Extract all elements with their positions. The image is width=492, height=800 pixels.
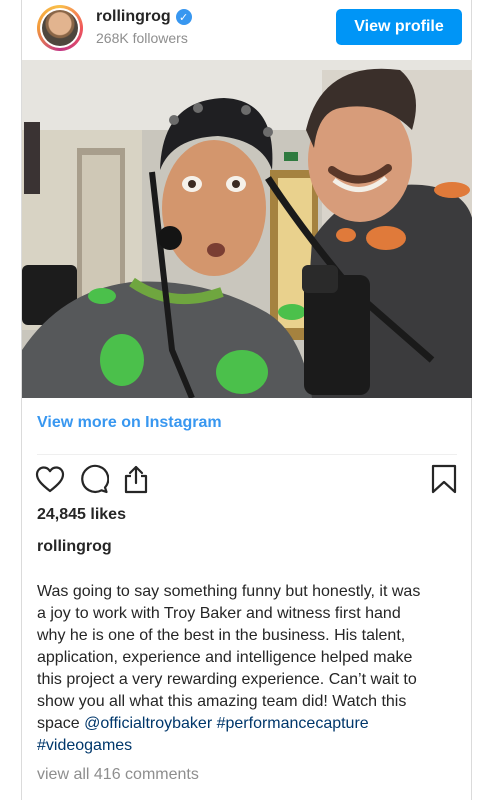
post-header: rollingrog ✓ 268K followers View profile	[22, 0, 471, 58]
username-label[interactable]: rollingrog	[96, 8, 171, 26]
heart-icon	[35, 466, 65, 493]
avatar-image	[42, 10, 78, 46]
hashtag-link[interactable]: #videogames	[37, 737, 132, 754]
like-button[interactable]	[34, 462, 66, 496]
view-profile-button[interactable]: View profile	[336, 9, 462, 45]
share-button[interactable]	[120, 462, 152, 496]
username-header[interactable]: rollingrog ✓	[96, 8, 192, 26]
followers-count: 268K followers	[96, 30, 188, 46]
comment-icon	[81, 464, 109, 494]
action-bar	[22, 462, 471, 498]
divider	[37, 454, 457, 455]
bookmark-icon	[431, 464, 457, 494]
caption-text: Was going to say something funny but hon…	[37, 583, 421, 754]
photo-illustration	[22, 60, 472, 398]
mention-link[interactable]: @officialtroybaker	[84, 715, 212, 732]
instagram-embed-card: rollingrog ✓ 268K followers View profile	[21, 0, 472, 800]
save-button[interactable]	[428, 462, 460, 496]
post-photo[interactable]	[22, 60, 472, 398]
view-more-on-instagram-link[interactable]: View more on Instagram	[37, 414, 222, 432]
view-all-comments-link[interactable]: view all 416 comments	[37, 766, 199, 784]
hashtag-link[interactable]: #performancecapture	[217, 715, 369, 732]
verified-badge-icon: ✓	[175, 9, 192, 25]
comment-button[interactable]	[78, 462, 110, 496]
avatar[interactable]	[37, 5, 83, 51]
caption-username[interactable]: rollingrog	[37, 538, 112, 556]
share-icon	[124, 465, 148, 494]
likes-count[interactable]: 24,845 likes	[37, 506, 126, 524]
